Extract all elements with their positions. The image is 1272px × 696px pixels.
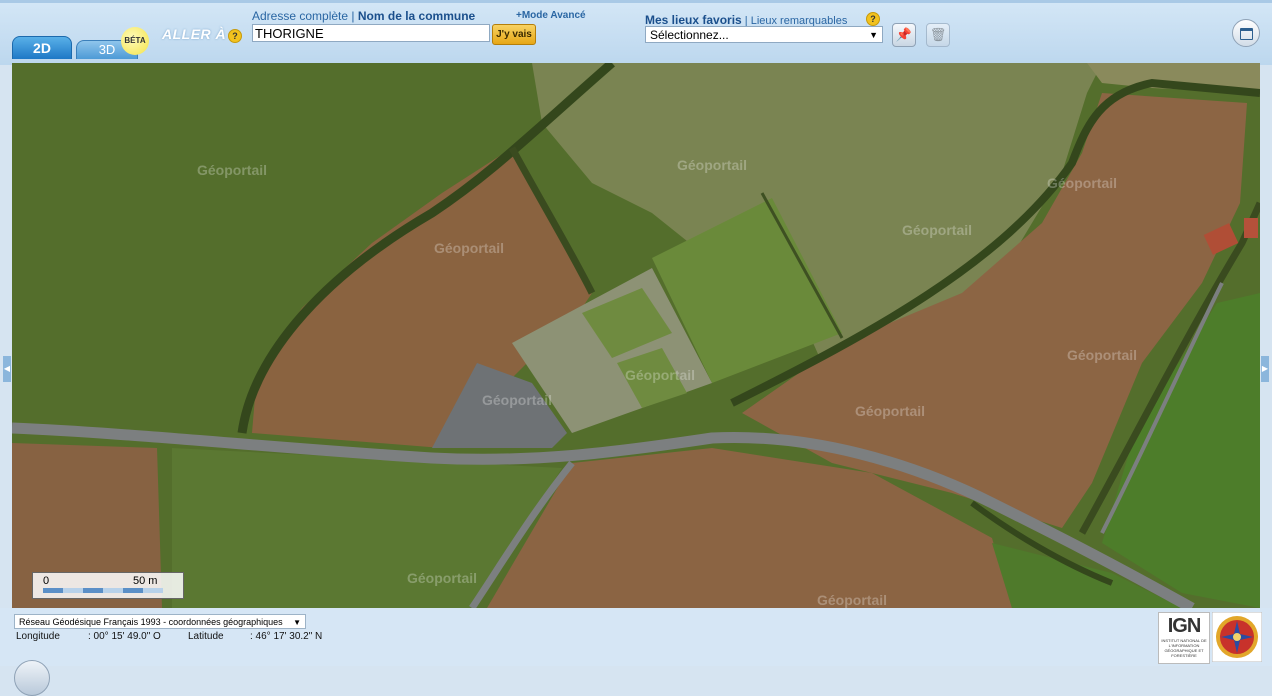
- longitude-value: : 00° 15' 49.0" O: [88, 631, 161, 642]
- trash-icon: 🗑: [929, 27, 947, 42]
- scale-bar-graphic: [43, 588, 163, 593]
- crs-select[interactable]: Réseau Géodésique Français 1993 - coordo…: [14, 614, 306, 629]
- watermark-text: Géoportail: [482, 392, 552, 408]
- ign-logo-text: IGN: [1167, 615, 1202, 637]
- map-viewport[interactable]: Géoportail Géoportail Géoportail Géoport…: [12, 63, 1260, 608]
- window-icon: [1240, 28, 1253, 40]
- chevron-down-icon: ▼: [869, 30, 878, 40]
- navigation-control[interactable]: [14, 660, 50, 696]
- search-input[interactable]: [252, 24, 490, 42]
- pin-icon: 📌: [895, 27, 913, 42]
- crs-select-value: Réseau Géodésique Français 1993 - coordo…: [19, 617, 283, 627]
- advanced-mode-link[interactable]: +Mode Avancé: [516, 10, 586, 21]
- link-commune-name[interactable]: Nom de la commune: [358, 9, 475, 23]
- left-panel-toggle[interactable]: ◀: [3, 356, 11, 382]
- link-separator: |: [351, 9, 355, 23]
- link-favorites[interactable]: Mes lieux favoris: [645, 13, 742, 27]
- beta-badge: BÉTA: [121, 27, 149, 55]
- latitude-value: : 46° 17' 30.2" N: [250, 631, 323, 642]
- favorites-select[interactable]: Sélectionnez... ▼: [645, 26, 883, 43]
- help-icon[interactable]: ?: [866, 12, 880, 26]
- latitude-label: Latitude: [188, 631, 224, 642]
- add-favorite-button[interactable]: 📌: [892, 23, 916, 47]
- tab-2d[interactable]: 2D: [12, 36, 72, 59]
- help-icon[interactable]: ?: [228, 29, 242, 43]
- watermark-text: Géoportail: [855, 403, 925, 419]
- search-mode-links: Adresse complète | Nom de la commune: [252, 9, 475, 23]
- goto-label: ALLER À: [162, 26, 227, 42]
- longitude-label: Longitude: [16, 631, 60, 642]
- french-republic-emblem-icon[interactable]: [1212, 612, 1262, 662]
- satellite-map: Géoportail Géoportail Géoportail Géoport…: [12, 63, 1260, 608]
- scale-zero: 0: [43, 575, 50, 587]
- chevron-down-icon: ▼: [293, 618, 301, 627]
- link-full-address[interactable]: Adresse complète: [252, 9, 348, 23]
- watermark-text: Géoportail: [1047, 175, 1117, 191]
- scale-distance: 50 m: [133, 575, 158, 587]
- watermark-text: Géoportail: [902, 222, 972, 238]
- window-toggle-button[interactable]: [1232, 19, 1260, 47]
- favorites-links: Mes lieux favoris | Lieux remarquables: [645, 13, 847, 27]
- scale-bar: 0 50 m: [32, 572, 184, 599]
- watermark-text: Géoportail: [197, 162, 267, 178]
- farm-building: [1244, 218, 1258, 238]
- favorites-select-value: Sélectionnez...: [650, 28, 729, 42]
- watermark-text: Géoportail: [677, 157, 747, 173]
- watermark-text: Géoportail: [817, 592, 887, 608]
- watermark-text: Géoportail: [407, 570, 477, 586]
- watermark-text: Géoportail: [625, 367, 695, 383]
- ign-logo-subtext: INSTITUT NATIONAL DE L'INFORMATION GÉOGR…: [1161, 638, 1207, 658]
- delete-favorite-button[interactable]: 🗑: [926, 23, 950, 47]
- watermark-text: Géoportail: [1067, 347, 1137, 363]
- go-button[interactable]: J'y vais: [492, 24, 536, 45]
- ign-logo[interactable]: IGN INSTITUT NATIONAL DE L'INFORMATION G…: [1158, 612, 1210, 664]
- bottom-bar: Réseau Géodésique Français 1993 - coordo…: [0, 608, 1272, 696]
- right-panel-toggle[interactable]: ▶: [1261, 356, 1269, 382]
- watermark-text: Géoportail: [434, 240, 504, 256]
- top-toolbar: 2D 3D BÉTA ALLER À ? Adresse complète | …: [0, 0, 1272, 65]
